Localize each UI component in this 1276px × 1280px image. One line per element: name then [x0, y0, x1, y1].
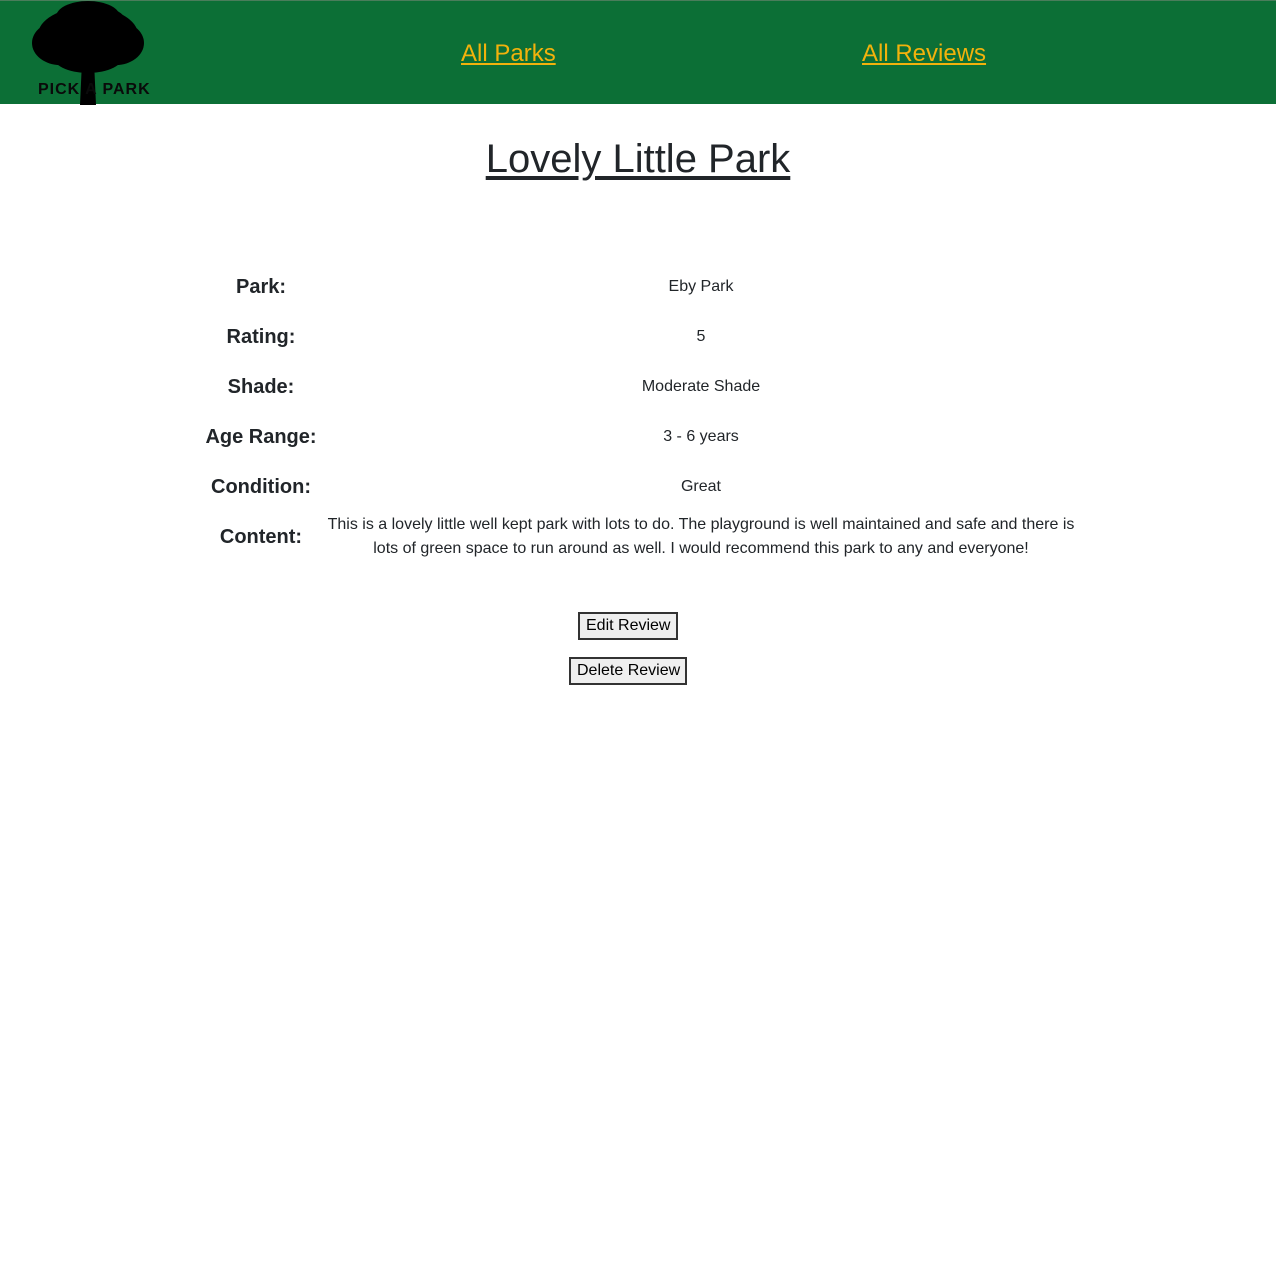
edit-review-button[interactable]: Edit Review — [578, 612, 678, 640]
shade-label: Shade: — [227, 376, 295, 398]
nav-link-all-parks[interactable]: All Parks — [461, 39, 556, 69]
rating-value: 5 — [696, 328, 706, 345]
nav-link-all-reviews[interactable]: All Reviews — [862, 39, 986, 69]
page-title: Lovely Little Park — [0, 134, 1276, 184]
pick-a-park-logo[interactable]: PICK A PARK — [30, 1, 151, 105]
review-title: Lovely Little Park — [485, 137, 791, 181]
logo-text: PICK A PARK — [38, 81, 151, 98]
rating-label: Rating: — [226, 326, 296, 348]
shade-value: Moderate Shade — [641, 378, 761, 395]
condition-value: Great — [680, 478, 721, 495]
content-value: This is a lovely little well kept park w… — [327, 516, 1075, 557]
navbar: PICK A PARK All Parks All Reviews — [0, 0, 1276, 105]
content-label: Content: — [219, 526, 303, 548]
park-value: Eby Park — [668, 278, 734, 295]
condition-label: Condition: — [211, 476, 311, 498]
age-range-label: Age Range: — [205, 426, 317, 448]
age-range-value: 3 - 6 years — [663, 428, 739, 445]
delete-review-button[interactable]: Delete Review — [569, 657, 687, 685]
park-label: Park: — [235, 276, 287, 298]
